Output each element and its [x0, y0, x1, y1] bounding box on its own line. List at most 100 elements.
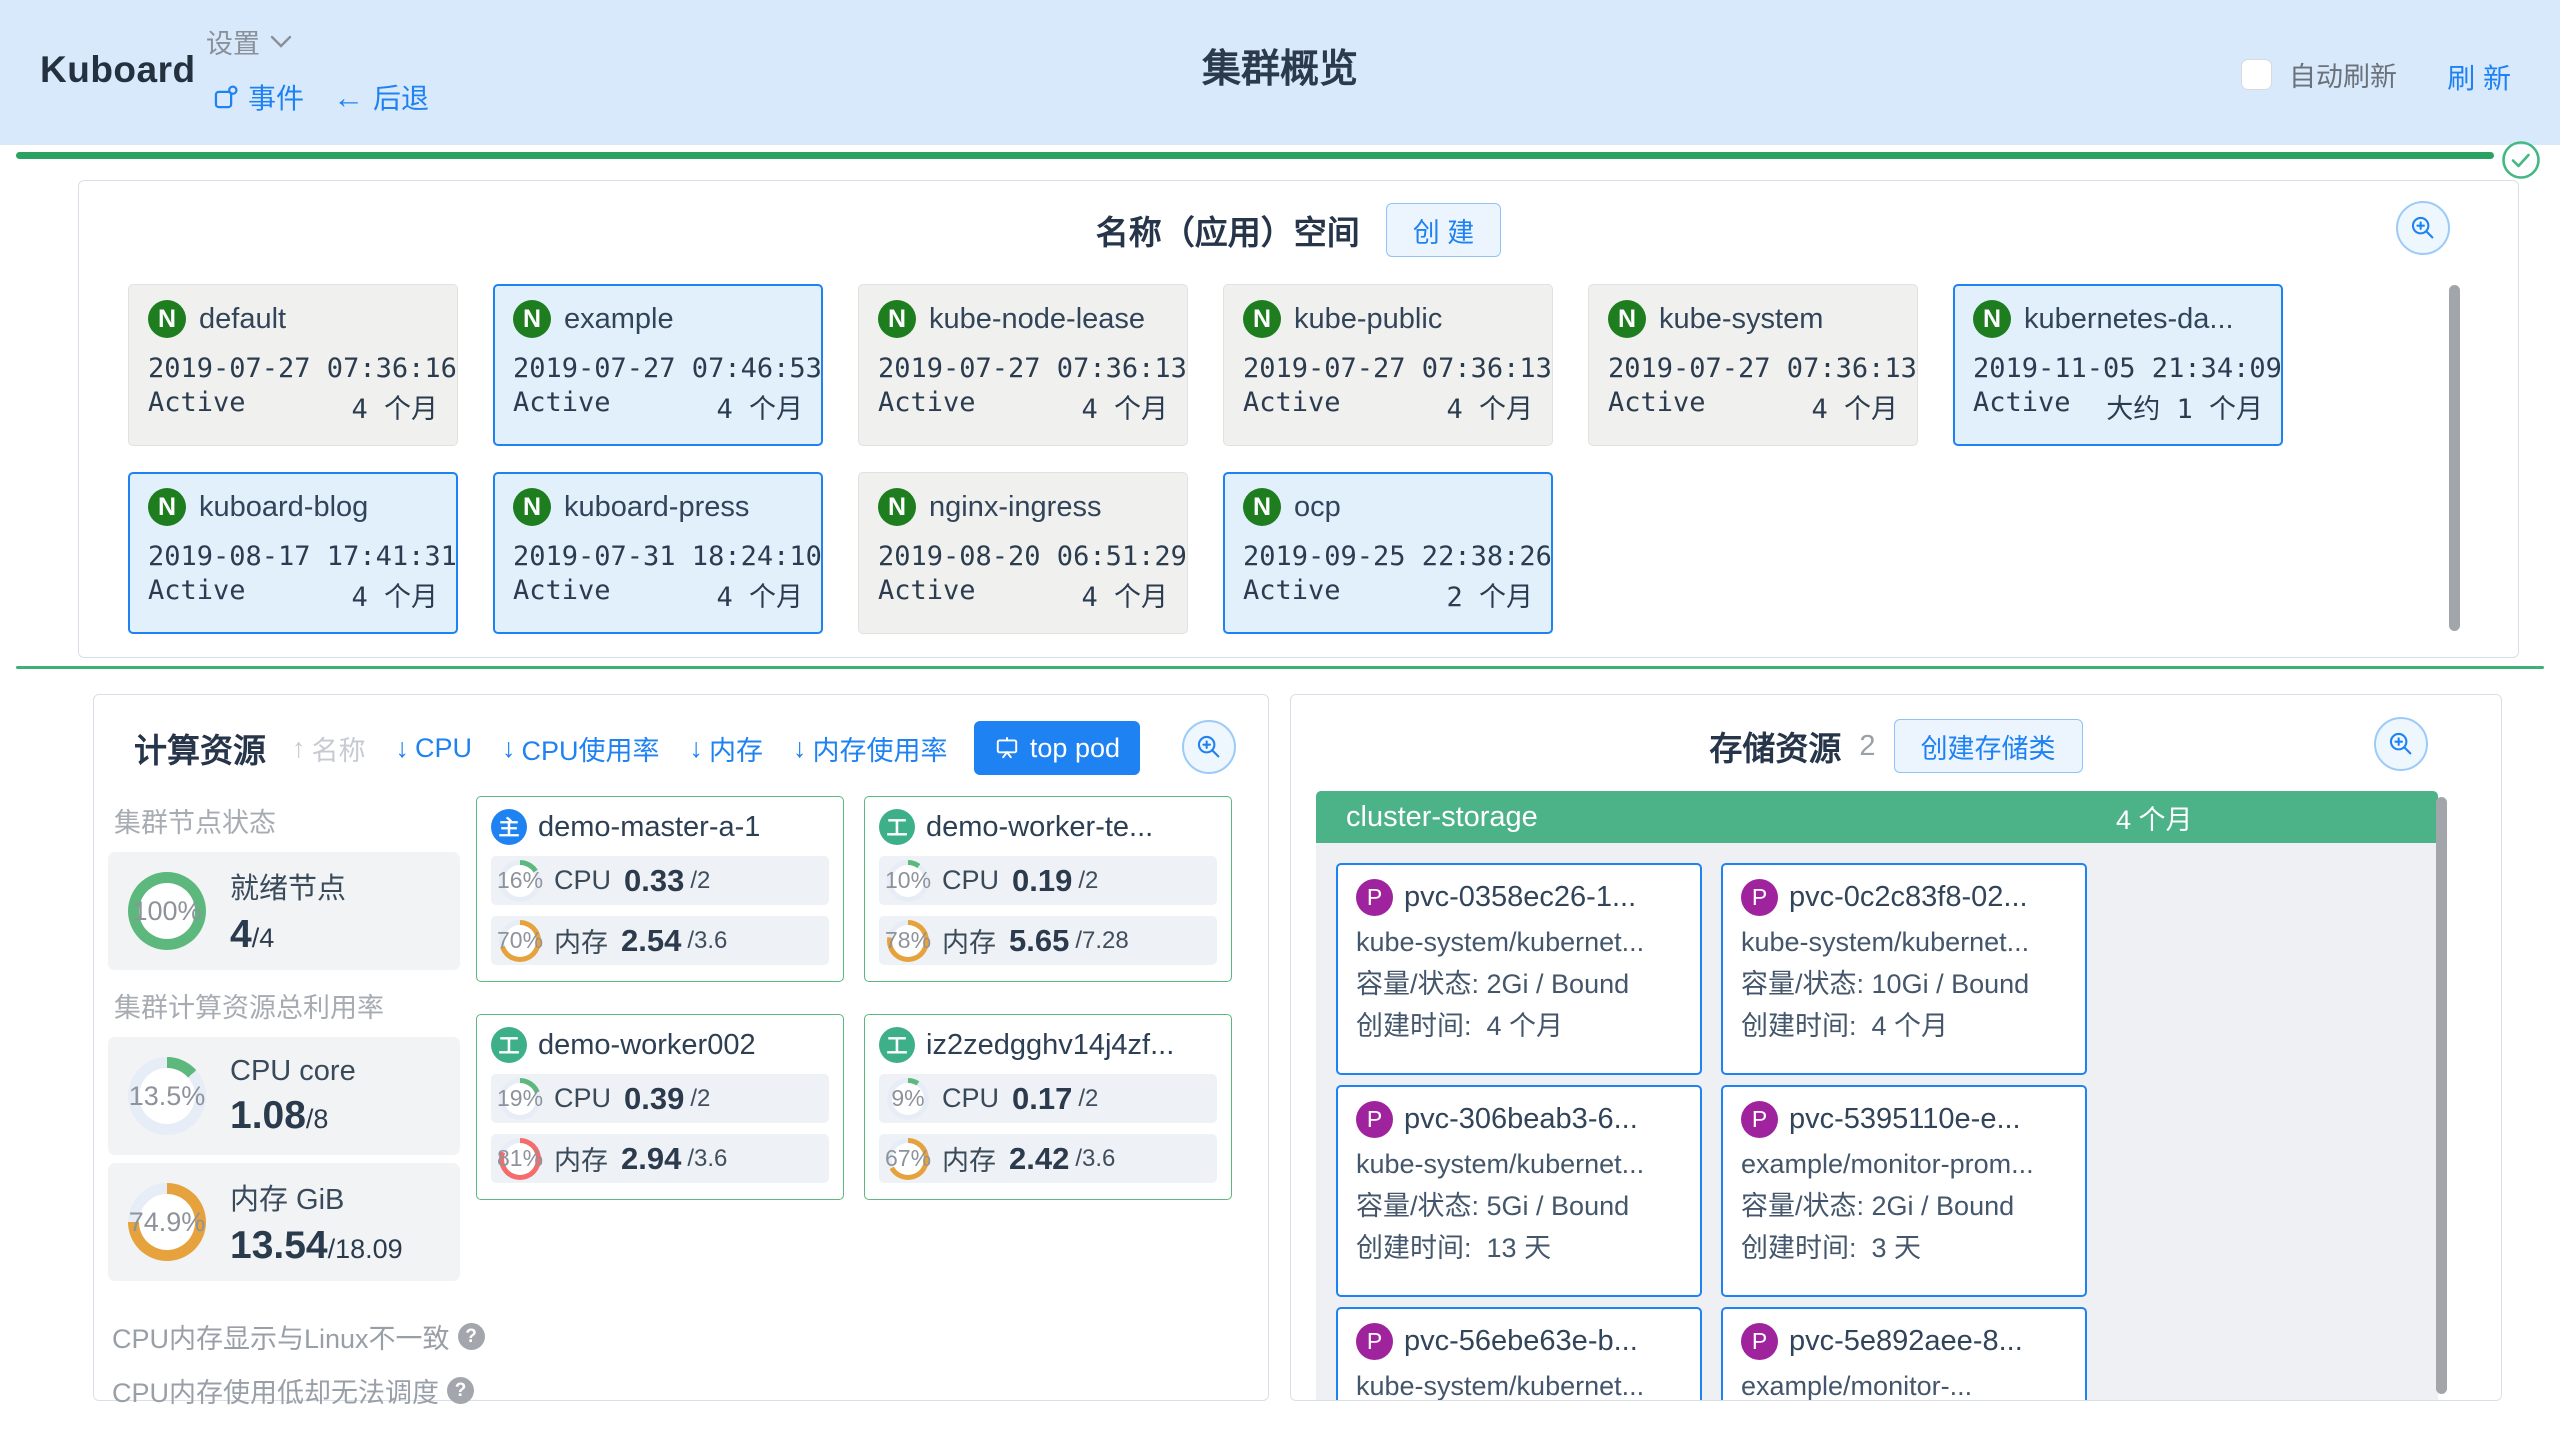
storage-title: 存储资源	[1709, 722, 1841, 770]
node-card[interactable]: 主demo-master-a-1 16% CPU 0.33/2 70% 内存 2…	[476, 796, 844, 982]
progress-divider	[16, 152, 2494, 159]
namespace-created: 2019-11-05 21:34:09	[1973, 353, 2263, 384]
namespace-created: 2019-08-20 06:51:29	[878, 541, 1168, 572]
auto-refresh-label[interactable]: 自动刷新	[2289, 55, 2397, 94]
memory-usage-donut: 70%	[499, 920, 541, 962]
refresh-button[interactable]: 刷 新	[2447, 57, 2511, 97]
namespace-card[interactable]: Nkube-public 2019-07-27 07:36:13 Active4…	[1223, 284, 1553, 446]
namespace-age: 4 个月	[716, 575, 803, 614]
compute-expand-button[interactable]	[1182, 720, 1236, 774]
sort-by-name[interactable]: ↑名称	[292, 729, 366, 768]
storage-panel: 存储资源 2 创建存储类 cluster-storage 4 个月 Ppvc-0…	[1290, 694, 2502, 1401]
namespace-card[interactable]: Nexample 2019-07-27 07:46:53 Active 4 个月	[493, 284, 823, 446]
sort-by-memory-usage[interactable]: ↓内存使用率	[793, 729, 948, 768]
namespace-icon: N	[513, 488, 551, 526]
namespace-card[interactable]: Nkube-node-lease 2019-07-27 07:36:13 Act…	[858, 284, 1188, 446]
pvc-name: pvc-306beab3-6...	[1404, 1103, 1638, 1136]
auto-refresh-checkbox[interactable]	[2241, 59, 2272, 90]
namespace-name: kuboard-blog	[199, 491, 368, 524]
storage-scrollbar[interactable]	[2436, 797, 2447, 1394]
node-status-label: 集群节点状态	[114, 801, 460, 840]
namespace-card[interactable]: Nkuboard-press 2019-07-31 18:24:10 Activ…	[493, 472, 823, 634]
sort-arrow-icon: ↓	[793, 733, 807, 764]
pvc-card[interactable]: Ppvc-306beab3-6... kube-system/kubernet.…	[1336, 1085, 1702, 1297]
help-link-cpu-memory-mismatch[interactable]: CPU内存显示与Linux不一致?	[112, 1317, 460, 1356]
pvc-icon: P	[1741, 1101, 1778, 1138]
sort-by-memory[interactable]: ↓内存	[690, 729, 764, 768]
pvc-capacity: 容量/状态: 2Gi / Bound	[1356, 963, 1682, 1005]
create-storage-class-button[interactable]: 创建存储类	[1894, 719, 2083, 773]
memory-usage-donut: 81%	[499, 1138, 541, 1180]
storage-class-bar[interactable]: cluster-storage 4 个月	[1316, 791, 2438, 843]
cpu-utilization-total: /8	[306, 1104, 329, 1134]
memory-utilization-donut: 74.9%	[128, 1183, 206, 1261]
namespace-icon: N	[513, 300, 551, 338]
node-cpu-row: 19% CPU 0.39/2	[491, 1074, 829, 1123]
pvc-icon: P	[1741, 879, 1778, 916]
sort-by-cpu-usage[interactable]: ↓CPU使用率	[502, 729, 660, 768]
create-namespace-button[interactable]: 创 建	[1386, 203, 1502, 257]
namespaces-grid: Ndefault 2019-07-27 07:36:16 Active4 个月 …	[128, 284, 2283, 634]
namespace-status: Active	[513, 387, 611, 426]
pvc-name: pvc-5395110e-e...	[1789, 1103, 2021, 1136]
storage-header: 存储资源 2 创建存储类	[1291, 719, 2501, 773]
auto-refresh-group: 自动刷新	[2241, 55, 2397, 94]
cpu-usage-donut: 9%	[887, 1078, 929, 1120]
pvc-card[interactable]: Ppvc-5e892aee-8... example/monitor-...	[1721, 1307, 2087, 1401]
namespace-age: 4 个月	[716, 387, 803, 426]
namespace-created: 2019-07-31 18:24:10	[513, 541, 803, 572]
node-memory-row: 81% 内存 2.94/3.6	[491, 1134, 829, 1183]
pvc-source: example/monitor-...	[1741, 1365, 2067, 1401]
pvc-grid: Ppvc-0358ec26-1... kube-system/kubernet.…	[1316, 843, 2438, 1401]
pvc-card[interactable]: Ppvc-0c2c83f8-02... kube-system/kubernet…	[1721, 863, 2087, 1075]
storage-class-name: cluster-storage	[1346, 801, 1538, 834]
namespaces-scrollbar[interactable]	[2449, 285, 2460, 631]
pvc-source: kube-system/kubernet...	[1356, 921, 1682, 963]
node-card[interactable]: 工demo-worker002 19% CPU 0.39/2 81% 内存 2.…	[476, 1014, 844, 1200]
sort-by-cpu[interactable]: ↓CPU	[396, 733, 473, 764]
namespace-card[interactable]: Nkube-system 2019-07-27 07:36:13 Active4…	[1588, 284, 1918, 446]
utilization-label: 集群计算资源总利用率	[114, 986, 460, 1025]
storage-class-body: Ppvc-0358ec26-1... kube-system/kubernet.…	[1316, 843, 2438, 1401]
page-title: 集群概览	[0, 38, 2560, 94]
pvc-capacity: 容量/状态: 5Gi / Bound	[1356, 1185, 1682, 1227]
namespace-card[interactable]: Nocp 2019-09-25 22:38:26 Active2 个月	[1223, 472, 1553, 634]
node-cpu-row: 10% CPU 0.19/2	[879, 856, 1217, 905]
node-cards-grid: 主demo-master-a-1 16% CPU 0.33/2 70% 内存 2…	[476, 796, 1232, 1200]
namespace-card[interactable]: Nnginx-ingress 2019-08-20 06:51:29 Activ…	[858, 472, 1188, 634]
namespaces-expand-button[interactable]	[2396, 201, 2450, 255]
cpu-usage-donut: 19%	[499, 1078, 541, 1120]
node-card[interactable]: 工iz2zedgghv14j4zf... 9% CPU 0.17/2 67% 内…	[864, 1014, 1232, 1200]
memory-utilization-value: 13.54	[230, 1224, 328, 1267]
pvc-name: pvc-0358ec26-1...	[1404, 881, 1636, 914]
pvc-name: pvc-5e892aee-8...	[1789, 1325, 2023, 1358]
namespace-status: Active	[513, 575, 611, 614]
node-card[interactable]: 工demo-worker-te... 10% CPU 0.19/2 78% 内存…	[864, 796, 1232, 982]
namespace-status: Active	[148, 387, 246, 426]
storage-expand-button[interactable]	[2374, 717, 2428, 771]
sort-arrow-icon: ↓	[396, 733, 410, 764]
namespace-age: 4 个月	[351, 387, 438, 426]
storage-count: 2	[1859, 730, 1875, 763]
namespace-status: Active	[1608, 387, 1706, 426]
namespace-card[interactable]: Nkubernetes-da... 2019-11-05 21:34:09 Ac…	[1953, 284, 2283, 446]
pvc-card[interactable]: Ppvc-5395110e-e... example/monitor-prom.…	[1721, 1085, 2087, 1297]
top-pod-button[interactable]: top pod	[974, 721, 1140, 775]
namespace-age: 4 个月	[1811, 387, 1898, 426]
pvc-card[interactable]: Ppvc-56ebe63e-b... kube-system/kubernet.…	[1336, 1307, 1702, 1401]
pvc-capacity: 容量/状态: 10Gi / Bound	[1741, 963, 2067, 1005]
compute-header: 计算资源 ↑名称 ↓CPU ↓CPU使用率 ↓内存 ↓内存使用率 top pod	[134, 721, 1140, 775]
namespace-created: 2019-07-27 07:46:53	[513, 353, 803, 384]
node-role-icon: 工	[491, 1027, 527, 1063]
namespace-age: 4 个月	[1081, 575, 1168, 614]
help-link-low-usage-unschedulable[interactable]: CPU内存使用低却无法调度?	[112, 1371, 460, 1410]
namespace-name: example	[564, 303, 674, 336]
pvc-source: example/monitor-prom...	[1741, 1143, 2067, 1185]
namespace-name: kube-system	[1659, 303, 1823, 336]
pvc-icon: P	[1356, 1101, 1393, 1138]
namespace-card[interactable]: Nkuboard-blog 2019-08-17 17:41:31 Active…	[128, 472, 458, 634]
node-role-icon: 工	[879, 1027, 915, 1063]
namespace-status: Active	[878, 575, 976, 614]
namespace-card[interactable]: Ndefault 2019-07-27 07:36:16 Active4 个月	[128, 284, 458, 446]
pvc-card[interactable]: Ppvc-0358ec26-1... kube-system/kubernet.…	[1336, 863, 1702, 1075]
